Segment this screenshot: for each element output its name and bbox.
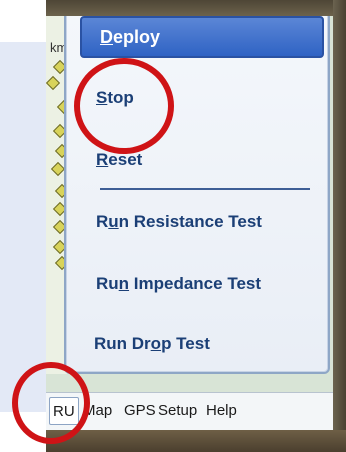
- map-marker[interactable]: [50, 161, 66, 177]
- menu-item-run-resistance-test[interactable]: Run Resistance Test: [66, 212, 328, 232]
- menubar-item-help[interactable]: Help: [206, 402, 237, 419]
- menu-item-run-drop-test[interactable]: Run Drop Test: [66, 334, 328, 354]
- menu-item-run-impedance-test[interactable]: Run Impedance Test: [66, 274, 328, 294]
- menubar-item-setup[interactable]: Setup: [158, 402, 197, 419]
- menu-item-deploy[interactable]: Deploy: [80, 16, 324, 58]
- menubar-item-gps[interactable]: GPS: [124, 402, 156, 419]
- map-marker[interactable]: [45, 75, 61, 91]
- annotation-circle-stop: [74, 58, 174, 154]
- menu-item-reset[interactable]: Reset: [66, 150, 328, 170]
- menu-item-label: Deploy: [100, 27, 161, 47]
- menu-separator: [100, 188, 310, 190]
- device-frame-top: [46, 0, 346, 16]
- left-backdrop-panel: [0, 42, 52, 412]
- menu-item-label: Run Impedance Test: [96, 274, 262, 293]
- menu-item-label: Run Drop Test: [94, 334, 210, 353]
- device-frame-bottom: [46, 430, 346, 452]
- device-frame-right: [333, 0, 346, 452]
- menu-item-label: Run Resistance Test: [96, 212, 262, 231]
- screenshot-page: km Deploy Stop Reset Run Resistance Test: [0, 0, 346, 452]
- annotation-circle-ru: [12, 362, 90, 444]
